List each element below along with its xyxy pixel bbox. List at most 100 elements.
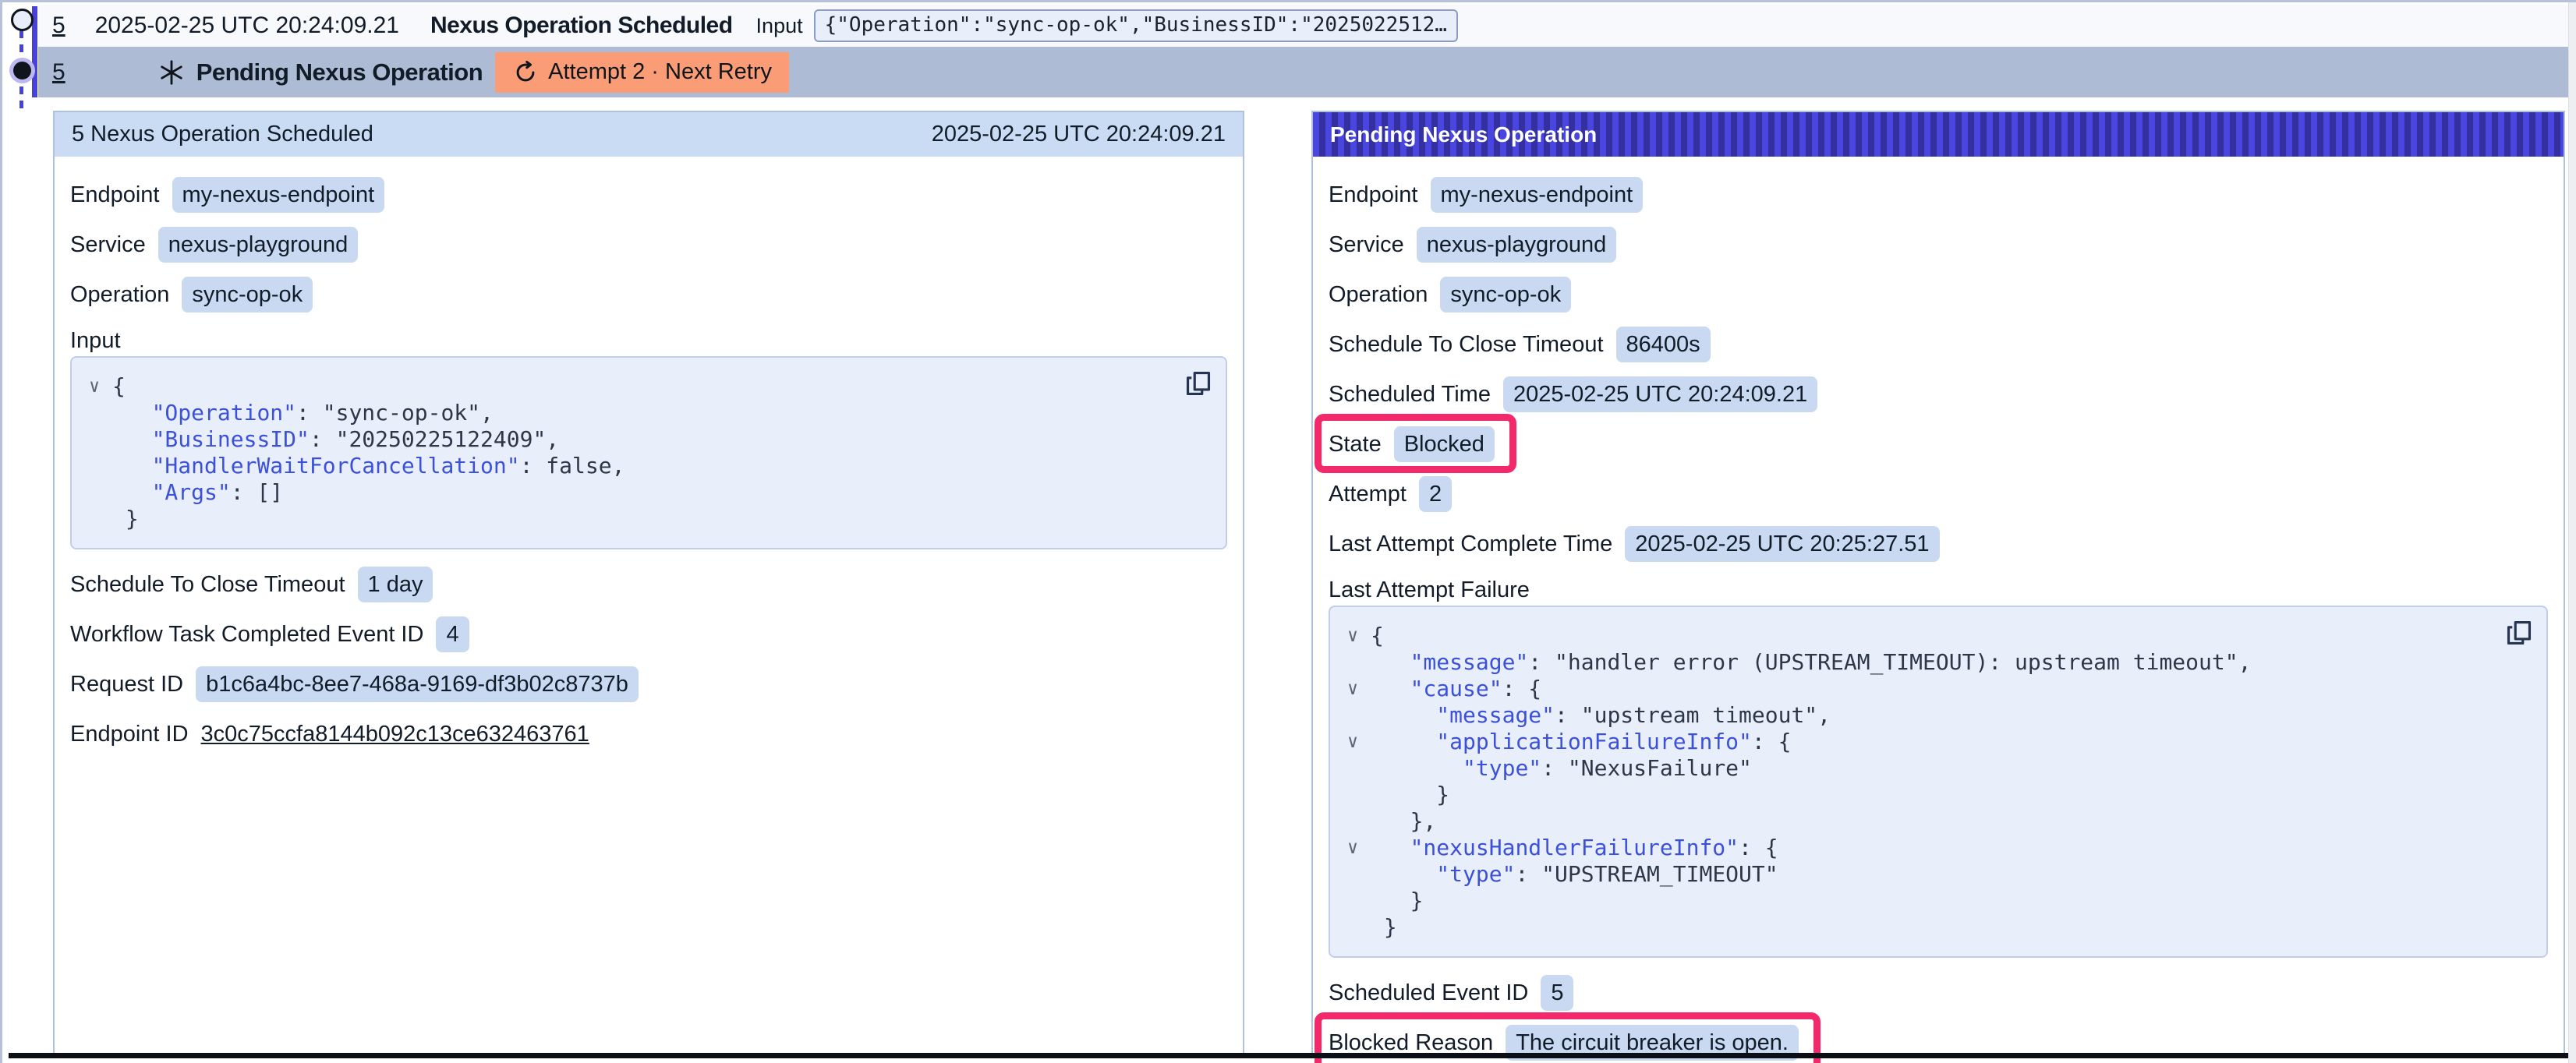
code-line: "Args": [] — [76, 479, 1171, 506]
code-line: } — [76, 506, 1171, 532]
code-line: "message": "upstream timeout", — [1335, 702, 2492, 729]
field-label: Service — [1329, 232, 1404, 258]
field-label: Endpoint ID — [70, 722, 189, 747]
code-line: ∨ "applicationFailureInfo": { — [1335, 729, 2492, 755]
failure-json-viewer: ∨{ "message": "handler error (UPSTREAM_T… — [1329, 606, 2548, 958]
collapse-chevron-icon[interactable]: ∨ — [76, 373, 112, 400]
retry-attempt-badge: Attempt 2 · Next Retry — [495, 52, 789, 93]
code-line: } — [1335, 782, 2492, 808]
code-gutter — [1335, 861, 1371, 888]
field-value-chip: 5 — [1541, 975, 1573, 1012]
code-line: }, — [1335, 808, 2492, 835]
right-panel-header: Pending Nexus Operation — [1313, 112, 2564, 157]
field-label: Service — [70, 232, 146, 258]
code-gutter — [1335, 914, 1371, 941]
field-attempt: Attempt 2 — [1329, 476, 2548, 512]
code-gutter — [1335, 782, 1371, 808]
field-last-attempt-complete-time: Last Attempt Complete Time 2025-02-25 UT… — [1329, 526, 2548, 562]
code-gutter — [76, 506, 112, 532]
field-value-chip: 86400s — [1616, 327, 1711, 363]
field-scheduled-time: Scheduled Time 2025-02-25 UTC 20:24:09.2… — [1329, 376, 2548, 412]
endpoint-id-link[interactable]: 3c0c75ccfa8144b092c13ce632463761 — [201, 722, 589, 747]
field-label: Blocked Reason — [1329, 1030, 1493, 1056]
field-value-chip: my-nexus-endpoint — [1431, 177, 1644, 214]
code-gutter — [76, 479, 112, 506]
left-panel-timestamp: 2025-02-25 UTC 20:24:09.21 — [932, 122, 1226, 147]
field-value-chip: b1c6a4bc-8ee7-468a-9169-df3b02c8737b — [196, 666, 639, 703]
field-value-chip: 4 — [436, 616, 469, 653]
field-label: Last Attempt Complete Time — [1329, 532, 1612, 557]
field-scheduled-event-id: Scheduled Event ID 5 — [1329, 975, 2548, 1011]
event-id-link[interactable]: 5 — [52, 12, 65, 39]
code-line: "type": "UPSTREAM_TIMEOUT" — [1335, 861, 2492, 888]
field-schedule-to-close-timeout: Schedule To Close Timeout 1 day — [70, 567, 1227, 602]
collapse-chevron-icon[interactable]: ∨ — [1335, 835, 1371, 861]
field-endpoint: Endpoint my-nexus-endpoint — [70, 177, 1227, 213]
field-label: Scheduled Event ID — [1329, 980, 1528, 1006]
code-gutter — [1335, 702, 1371, 729]
field-value-chip: sync-op-ok — [1440, 277, 1571, 313]
field-schedule-to-close-timeout: Schedule To Close Timeout 86400s — [1329, 327, 2548, 362]
pending-nexus-operation-panel: Pending Nexus Operation Endpoint my-nexu… — [1311, 111, 2565, 1055]
collapse-chevron-icon[interactable]: ∨ — [1335, 676, 1371, 702]
code-line: "Operation": "sync-op-ok", — [76, 400, 1171, 426]
event-input-label: Input — [756, 14, 803, 38]
nexus-operation-scheduled-panel: 5 Nexus Operation Scheduled 2025-02-25 U… — [53, 111, 1244, 1055]
field-label: Endpoint — [1329, 182, 1418, 208]
code-line: } — [1335, 914, 2492, 941]
copy-icon[interactable] — [1184, 369, 1213, 398]
field-label: Workflow Task Completed Event ID — [70, 622, 423, 648]
field-label: Operation — [70, 282, 169, 308]
code-gutter — [1335, 755, 1371, 782]
viewport-bottom-divider — [9, 1053, 2569, 1058]
field-endpoint: Endpoint my-nexus-endpoint — [1329, 177, 2548, 213]
code-line: "message": "handler error (UPSTREAM_TIME… — [1335, 649, 2492, 676]
field-label: Scheduled Time — [1329, 382, 1491, 408]
state-value-chip: Blocked — [1394, 426, 1495, 463]
event-id-link[interactable]: 5 — [52, 59, 65, 86]
right-panel-body: Endpoint my-nexus-endpoint Service nexus… — [1313, 157, 2564, 1063]
input-json-viewer: ∨{ "Operation": "sync-op-ok", "BusinessI… — [70, 356, 1227, 549]
left-panel-body: Endpoint my-nexus-endpoint Service nexus… — [55, 157, 1243, 786]
code-line: "type": "NexusFailure" — [1335, 755, 2492, 782]
field-value-chip: 2 — [1419, 476, 1452, 513]
field-operation: Operation sync-op-ok — [70, 277, 1227, 313]
field-label: State — [1329, 432, 1382, 457]
timeline-node-open-icon[interactable] — [11, 9, 34, 31]
left-panel-title: 5 Nexus Operation Scheduled — [72, 122, 373, 147]
field-service: Service nexus-playground — [1329, 227, 2548, 263]
event-row-pending-nexus-operation[interactable]: 5 Pending Nexus Operation Attempt 2 · Ne… — [38, 47, 2569, 97]
collapse-chevron-icon[interactable]: ∨ — [1335, 623, 1371, 649]
timeline-node-current-icon[interactable] — [13, 62, 31, 79]
code-gutter — [76, 453, 112, 479]
field-label: Request ID — [70, 672, 183, 697]
left-panel-header: 5 Nexus Operation Scheduled 2025-02-25 U… — [55, 112, 1243, 157]
code-gutter — [76, 400, 112, 426]
retry-badge-label: Attempt 2 · Next Retry — [548, 59, 772, 85]
field-label: Endpoint — [70, 182, 160, 208]
field-endpoint-id: Endpoint ID 3c0c75ccfa8144b092c13ce63246… — [70, 716, 1227, 752]
pending-event-title: Pending Nexus Operation — [196, 58, 483, 87]
event-input-preview-chip[interactable]: {"Operation":"sync-op-ok","BusinessID":"… — [814, 9, 1458, 42]
code-gutter — [1335, 808, 1371, 835]
event-title: Nexus Operation Scheduled — [430, 12, 733, 39]
field-value-chip: 2025-02-25 UTC 20:25:27.51 — [1625, 526, 1939, 563]
collapse-chevron-icon[interactable]: ∨ — [1335, 729, 1371, 755]
event-row-nexus-operation-scheduled[interactable]: 5 2025-02-25 UTC 20:24:09.21 Nexus Opera… — [38, 5, 2569, 47]
code-line: "BusinessID": "20250225122409", — [76, 426, 1171, 453]
right-panel-title: Pending Nexus Operation — [1330, 122, 1597, 147]
field-workflow-task-completed-event-id: Workflow Task Completed Event ID 4 — [70, 616, 1227, 652]
code-line: ∨ "cause": { — [1335, 676, 2492, 702]
code-line: ∨{ — [1335, 623, 2492, 649]
field-value-chip: sync-op-ok — [182, 277, 313, 313]
input-section-label: Input — [70, 327, 1227, 355]
vertical-scrollbar[interactable] — [2568, 2, 2576, 1063]
code-gutter — [76, 426, 112, 453]
field-service: Service nexus-playground — [70, 227, 1227, 263]
code-line: } — [1335, 888, 2492, 914]
field-value-chip: 2025-02-25 UTC 20:24:09.21 — [1503, 376, 1817, 413]
last-attempt-failure-label: Last Attempt Failure — [1329, 576, 2548, 604]
field-state: State Blocked — [1329, 426, 1495, 462]
code-line: ∨{ — [76, 373, 1171, 400]
copy-icon[interactable] — [2504, 618, 2534, 648]
